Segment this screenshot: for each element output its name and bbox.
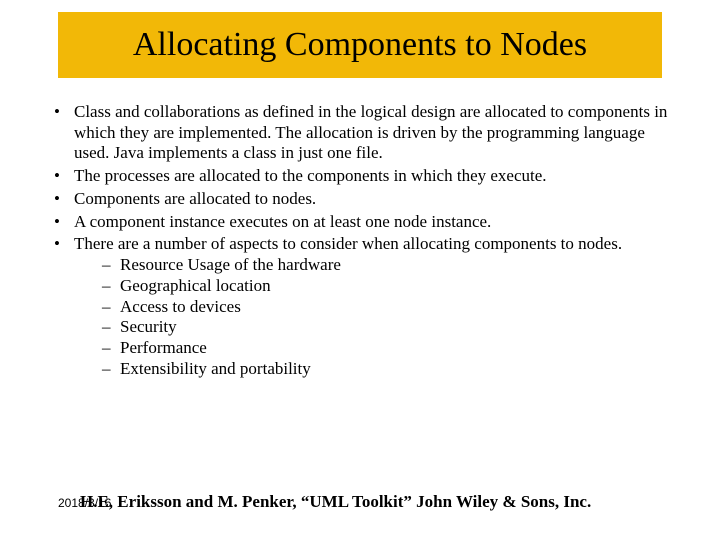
sub-bullet-item: Resource Usage of the hardware (98, 255, 680, 276)
sub-bullet-list: Resource Usage of the hardware Geographi… (98, 255, 680, 379)
bullet-item: A component instance executes on at leas… (48, 212, 680, 233)
slide-body: Class and collaborations as defined in t… (48, 102, 680, 382)
bullet-item: The processes are allocated to the compo… (48, 166, 680, 187)
sub-bullet-item: Security (98, 317, 680, 338)
footer-date: 2018/3/16 (58, 496, 111, 510)
footer-reference: H.E, Eriksson and M. Penker, “UML Toolki… (80, 492, 680, 512)
slide-title: Allocating Components to Nodes (133, 26, 587, 64)
bullet-item: There are a number of aspects to conside… (48, 234, 680, 379)
sub-bullet-item: Access to devices (98, 297, 680, 318)
bullet-text: There are a number of aspects to conside… (74, 234, 622, 253)
slide: Allocating Components to Nodes Class and… (0, 0, 720, 540)
sub-bullet-item: Extensibility and portability (98, 359, 680, 380)
bullet-item: Class and collaborations as defined in t… (48, 102, 680, 164)
title-band: Allocating Components to Nodes (58, 12, 662, 78)
sub-bullet-item: Geographical location (98, 276, 680, 297)
sub-bullet-item: Performance (98, 338, 680, 359)
bullet-item: Components are allocated to nodes. (48, 189, 680, 210)
bullet-list: Class and collaborations as defined in t… (48, 102, 680, 380)
